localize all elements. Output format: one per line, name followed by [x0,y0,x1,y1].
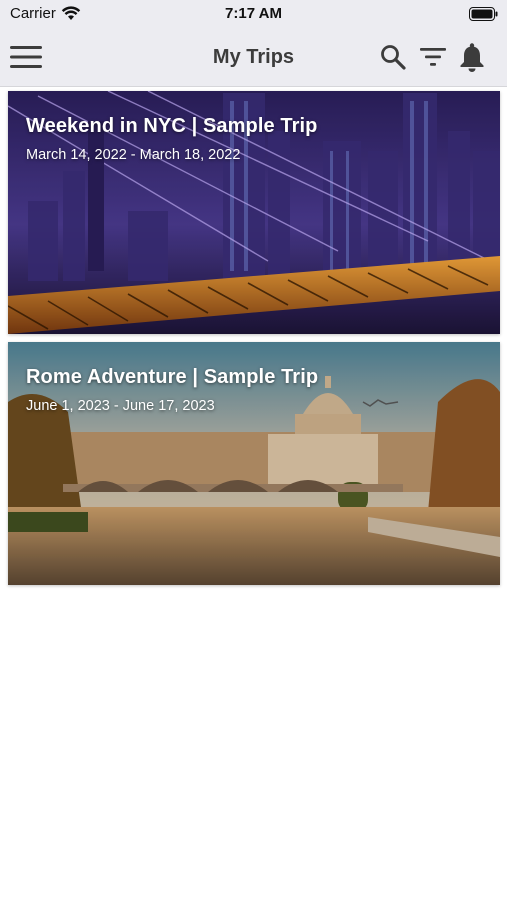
trip-title: Rome Adventure | Sample Trip [26,366,319,388]
battery-icon [469,7,498,26]
nav-bar: My Trips [0,28,507,87]
bell-icon[interactable] [456,28,488,86]
trip-card-nyc[interactable]: Weekend in NYC | Sample Trip March 14, 2… [8,91,500,334]
trip-dates: June 1, 2023 - June 17, 2023 [26,398,215,414]
trip-card-text: Rome Adventure | Sample Trip June 1, 202… [26,366,318,414]
trip-list: Weekend in NYC | Sample Trip March 14, 2… [8,91,500,593]
search-icon[interactable] [376,28,410,86]
trip-card-rome[interactable]: Rome Adventure | Sample Trip June 1, 202… [8,342,500,585]
trip-dates: March 14, 2022 - March 18, 2022 [26,147,241,163]
trip-card-text: Weekend in NYC | Sample Trip March 14, 2… [26,115,317,163]
trip-title: Weekend in NYC | Sample Trip [26,115,318,137]
status-bar: Carrier 7:17 AM [0,0,507,28]
status-time: 7:17 AM [225,5,282,22]
filter-icon[interactable] [418,28,448,86]
